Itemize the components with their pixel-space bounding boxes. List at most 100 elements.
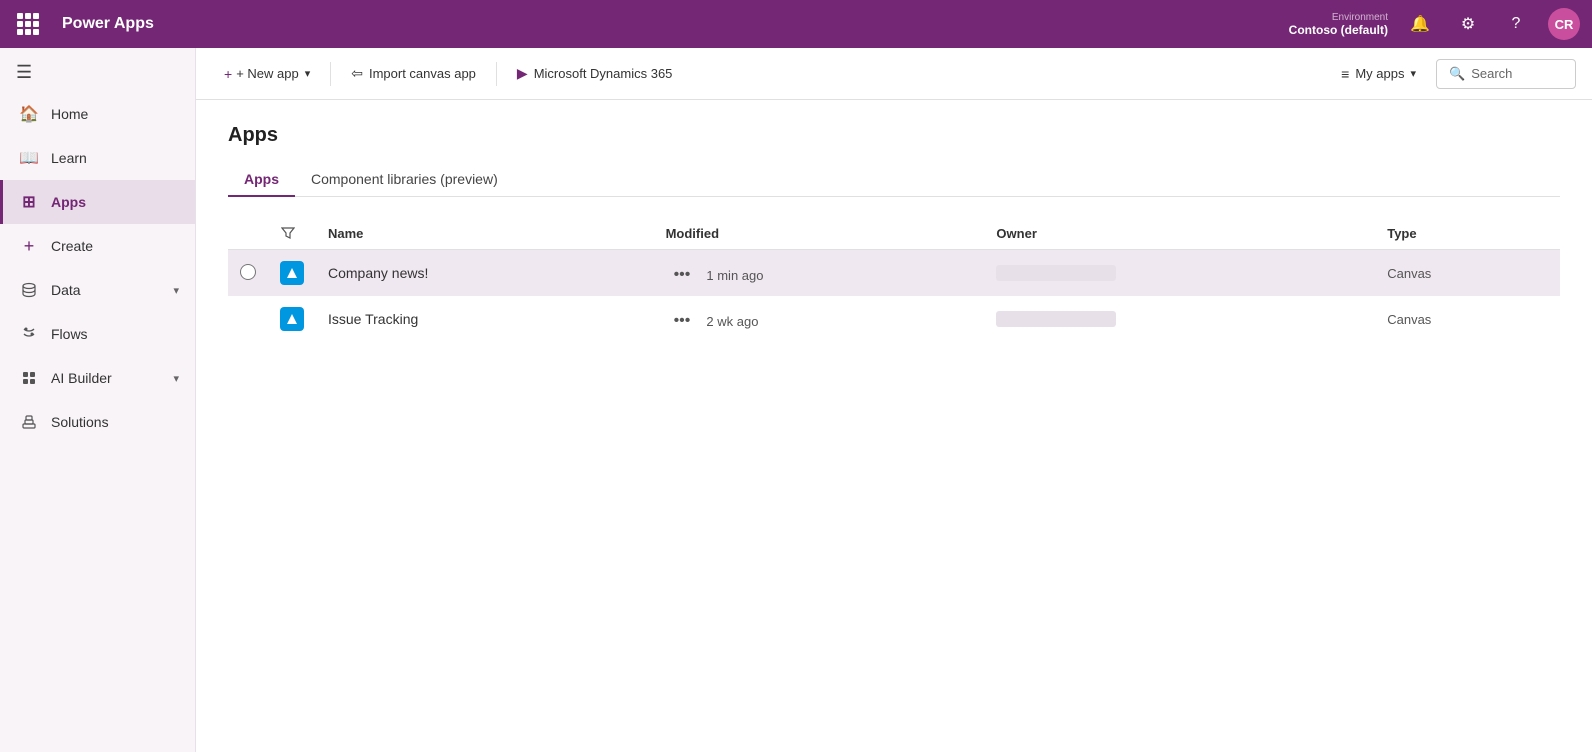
sidebar-item-label: Data	[51, 282, 161, 298]
topbar-right: Environment Contoso (default) 🔔 ⚙ ? CR	[1289, 8, 1580, 40]
page-content: Apps Apps Component libraries (preview)	[196, 100, 1592, 752]
app-title: Power Apps	[62, 15, 154, 33]
environment-name: Contoso (default)	[1289, 23, 1388, 37]
th-type: Type	[1375, 217, 1560, 250]
my-apps-button[interactable]: ≡ My apps ▾	[1329, 60, 1428, 88]
row-name-cell: Company news!	[316, 250, 654, 297]
new-app-button[interactable]: + + New app ▾	[212, 60, 322, 88]
th-check	[228, 217, 268, 250]
row-more-cell: ••• 2 wk ago	[654, 296, 985, 342]
row-name-cell: Issue Tracking	[316, 296, 654, 342]
filter-icon[interactable]	[280, 225, 296, 241]
my-apps-label: My apps	[1355, 66, 1404, 81]
main-layout: ☰ 🏠 Home 📖 Learn ⊞ Apps + Create Data ▾	[0, 48, 1592, 752]
dynamics-label: Microsoft Dynamics 365	[534, 66, 673, 81]
data-icon	[19, 280, 39, 300]
sidebar-item-apps[interactable]: ⊞ Apps	[0, 180, 195, 224]
th-owner: Owner	[984, 217, 1375, 250]
type-text: Canvas	[1387, 266, 1431, 281]
more-options-button[interactable]: •••	[666, 262, 699, 288]
sidebar: ☰ 🏠 Home 📖 Learn ⊞ Apps + Create Data ▾	[0, 48, 196, 752]
row-radio[interactable]	[240, 264, 256, 280]
sidebar-item-label: Create	[51, 238, 179, 254]
my-apps-chevron: ▾	[1410, 67, 1416, 80]
row-more-cell: ••• 1 min ago	[654, 250, 985, 296]
plus-icon: +	[224, 66, 232, 82]
sidebar-item-label: Flows	[51, 326, 179, 342]
dynamics-button[interactable]: ▶ Microsoft Dynamics 365	[505, 59, 685, 88]
notifications-icon[interactable]: 🔔	[1404, 8, 1436, 40]
sidebar-item-label: Apps	[51, 194, 179, 210]
row-owner-cell	[984, 296, 1375, 342]
home-icon: 🏠	[19, 104, 39, 124]
flows-icon	[19, 324, 39, 344]
environment-label: Environment	[1332, 12, 1388, 23]
th-name: Name	[316, 217, 654, 250]
row-type-cell: Canvas	[1375, 250, 1560, 297]
app-icon	[280, 261, 304, 285]
sidebar-item-data[interactable]: Data ▾	[0, 268, 195, 312]
topbar: Power Apps Environment Contoso (default)…	[0, 0, 1592, 48]
page-title: Apps	[228, 124, 1560, 147]
solutions-icon	[19, 412, 39, 432]
modified-text: 2 wk ago	[706, 314, 758, 329]
app-icon	[280, 307, 304, 331]
table-row: Issue Tracking ••• 2 wk ago Canvas	[228, 296, 1560, 342]
dynamics-icon: ▶	[517, 65, 528, 82]
modified-text: 1 min ago	[706, 268, 763, 283]
chevron-down-icon: ▾	[173, 284, 179, 297]
avatar[interactable]: CR	[1548, 8, 1580, 40]
import-canvas-button[interactable]: ⇦ Import canvas app	[339, 59, 488, 88]
ai-builder-icon	[19, 368, 39, 388]
type-text: Canvas	[1387, 312, 1431, 327]
sidebar-item-label: Home	[51, 106, 179, 122]
row-check-cell	[228, 250, 268, 297]
toolbar-divider-2	[496, 62, 497, 86]
app-name: Issue Tracking	[328, 311, 418, 327]
owner-placeholder	[996, 311, 1116, 327]
tabs: Apps Component libraries (preview)	[228, 163, 1560, 197]
sidebar-item-label: AI Builder	[51, 370, 161, 386]
sidebar-item-label: Solutions	[51, 414, 179, 430]
more-options-button[interactable]: •••	[666, 308, 699, 334]
create-icon: +	[19, 236, 39, 256]
apps-icon: ⊞	[19, 192, 39, 212]
topbar-left: Power Apps	[12, 8, 1289, 40]
row-check-cell	[228, 296, 268, 342]
tab-component-libraries[interactable]: Component libraries (preview)	[295, 163, 514, 197]
row-icon-cell	[268, 250, 316, 297]
environment-selector[interactable]: Environment Contoso (default)	[1289, 12, 1388, 37]
help-icon[interactable]: ?	[1500, 8, 1532, 40]
sidebar-item-ai-builder[interactable]: AI Builder ▾	[0, 356, 195, 400]
search-box[interactable]: 🔍 Search	[1436, 59, 1576, 89]
content-area: + + New app ▾ ⇦ Import canvas app ▶ Micr…	[196, 48, 1592, 752]
waffle-icon[interactable]	[12, 8, 44, 40]
table-row: Company news! ••• 1 min ago Canvas	[228, 250, 1560, 297]
sidebar-item-create[interactable]: + Create	[0, 224, 195, 268]
sidebar-item-home[interactable]: 🏠 Home	[0, 92, 195, 136]
settings-icon[interactable]: ⚙	[1452, 8, 1484, 40]
import-icon: ⇦	[351, 65, 363, 82]
sidebar-item-learn[interactable]: 📖 Learn	[0, 136, 195, 180]
chevron-down-icon: ▾	[173, 372, 179, 385]
sidebar-item-solutions[interactable]: Solutions	[0, 400, 195, 444]
toolbar-divider	[330, 62, 331, 86]
search-placeholder: Search	[1471, 66, 1512, 81]
row-icon-cell	[268, 296, 316, 342]
search-icon: 🔍	[1449, 66, 1465, 82]
sidebar-item-flows[interactable]: Flows	[0, 312, 195, 356]
owner-placeholder	[996, 265, 1116, 281]
import-canvas-label: Import canvas app	[369, 66, 476, 81]
th-filter	[268, 217, 316, 250]
row-type-cell: Canvas	[1375, 296, 1560, 342]
toolbar: + + New app ▾ ⇦ Import canvas app ▶ Micr…	[196, 48, 1592, 100]
row-owner-cell	[984, 250, 1375, 297]
toolbar-right: ≡ My apps ▾ 🔍 Search	[1329, 59, 1576, 89]
th-modified: Modified	[654, 217, 985, 250]
new-app-label: + New app	[236, 66, 299, 81]
new-app-chevron: ▾	[305, 67, 311, 80]
sidebar-collapse-button[interactable]: ☰	[0, 52, 195, 92]
tab-apps[interactable]: Apps	[228, 163, 295, 197]
app-name: Company news!	[328, 265, 428, 281]
apps-table: Name Modified Owner Type	[228, 217, 1560, 342]
